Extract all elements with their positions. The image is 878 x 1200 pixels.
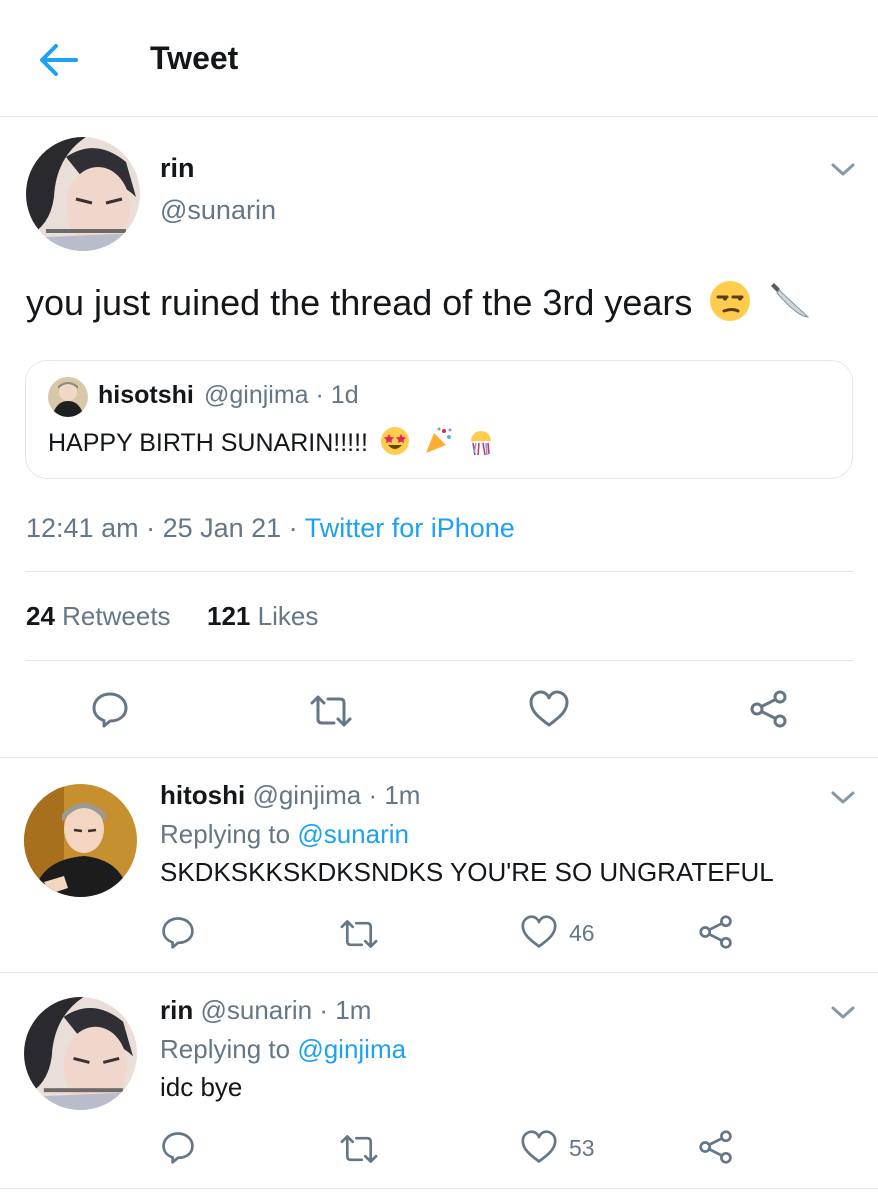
retweets-count: 24 (26, 601, 55, 631)
reply-text: idc bye (160, 1072, 243, 1102)
retweet-icon (340, 1135, 378, 1163)
retweet-button[interactable] (338, 1131, 380, 1167)
reply-button[interactable] (90, 689, 130, 729)
confetti-ball-emoji (465, 425, 497, 464)
chevron-down-icon (831, 1006, 855, 1019)
star-struck-emoji (379, 425, 411, 464)
like-button[interactable] (528, 689, 570, 729)
replying-to-label: Replying to (160, 819, 298, 849)
retweet-button[interactable] (308, 691, 354, 731)
reply-icon (162, 917, 194, 949)
retweets-label: Retweets (62, 601, 171, 631)
avatar[interactable] (26, 137, 140, 251)
heart-icon (529, 690, 569, 727)
author-handle[interactable]: @sunarin (160, 195, 276, 226)
divider (26, 660, 853, 661)
quoted-author-name: hisotshi (98, 381, 194, 409)
tweet-timestamp: 12:41 am · 25 Jan 21 · (26, 513, 305, 543)
share-icon (750, 690, 787, 728)
quoted-author-handle: @ginjima · 1d (204, 381, 359, 409)
engagement-stats: 24 Retweets 121 Likes (26, 601, 318, 632)
top-bar: Tweet (0, 0, 878, 117)
more-options-button[interactable] (830, 1005, 856, 1021)
tweet-text-content: you just ruined the thread of the 3rd ye… (26, 282, 693, 324)
party-popper-emoji (422, 425, 454, 464)
share-icon (699, 1130, 732, 1164)
divider (26, 571, 853, 572)
retweets-stat[interactable]: 24 Retweets (26, 601, 171, 631)
like-count: 46 (569, 920, 595, 946)
avatar[interactable] (24, 997, 137, 1110)
reply-author-handle[interactable]: @ginjima · 1m (252, 780, 420, 810)
replying-to-label: Replying to (160, 1034, 298, 1064)
divider (0, 972, 878, 973)
retweet-icon (340, 920, 378, 948)
reply-icon (162, 1132, 194, 1164)
heart-icon (521, 915, 557, 948)
reply-author-name[interactable]: hitoshi (160, 780, 245, 810)
reply-header: rin @sunarin · 1m (160, 995, 371, 1026)
share-button[interactable] (697, 914, 735, 950)
more-options-button[interactable] (830, 790, 856, 806)
replying-to: Replying to @sunarin (160, 819, 409, 850)
tweet-text: you just ruined the thread of the 3rd ye… (26, 279, 812, 332)
reply-author-name[interactable]: rin (160, 995, 193, 1025)
reply-header: hitoshi @ginjima · 1m (160, 780, 420, 811)
page-title: Tweet (150, 40, 239, 76)
avatar[interactable] (24, 784, 137, 897)
reply-button[interactable] (160, 914, 196, 950)
heart-icon (521, 1130, 557, 1163)
chevron-down-icon (831, 791, 855, 804)
chevron-down-icon (831, 163, 855, 176)
retweet-icon (310, 695, 352, 727)
author-name[interactable]: rin (160, 153, 195, 184)
more-options-button[interactable] (830, 162, 856, 178)
quoted-tweet-text-content: HAPPY BIRTH SUNARIN!!!!! (48, 429, 368, 458)
unamused-face-emoji (708, 279, 752, 332)
likes-stat[interactable]: 121 Likes (207, 601, 318, 631)
like-button[interactable] (520, 914, 558, 950)
retweet-button[interactable] (338, 916, 380, 952)
divider (0, 757, 878, 758)
like-count: 53 (569, 1135, 595, 1161)
tweet-meta: 12:41 am · 25 Jan 21 · Twitter for iPhon… (26, 513, 515, 544)
avatar (48, 377, 88, 417)
quoted-tweet[interactable]: hisotshi @ginjima · 1d HAPPY BIRTH SUNAR… (25, 360, 853, 479)
likes-label: Likes (257, 601, 319, 631)
share-button[interactable] (697, 1129, 735, 1165)
share-icon (699, 915, 732, 949)
reply-author-handle[interactable]: @sunarin · 1m (200, 995, 371, 1025)
divider (0, 1188, 878, 1189)
replying-to-link[interactable]: @sunarin (297, 819, 409, 849)
share-button[interactable] (748, 689, 790, 729)
reply-icon (92, 692, 128, 728)
quoted-tweet-text: HAPPY BIRTH SUNARIN!!!!! (48, 425, 497, 464)
replying-to: Replying to @ginjima (160, 1034, 406, 1065)
reply-button[interactable] (160, 1129, 196, 1165)
likes-count: 121 (207, 601, 251, 631)
replying-to-link[interactable]: @ginjima (297, 1034, 406, 1064)
back-button[interactable] (36, 40, 80, 80)
reply-text: SKDKSKKSKDKSNDKS YOU'RE SO UNGRATEFUL (160, 857, 774, 887)
like-button[interactable] (520, 1129, 558, 1165)
knife-emoji (768, 279, 812, 332)
arrow-left-icon (40, 44, 78, 76)
tweet-source-link[interactable]: Twitter for iPhone (305, 513, 515, 543)
